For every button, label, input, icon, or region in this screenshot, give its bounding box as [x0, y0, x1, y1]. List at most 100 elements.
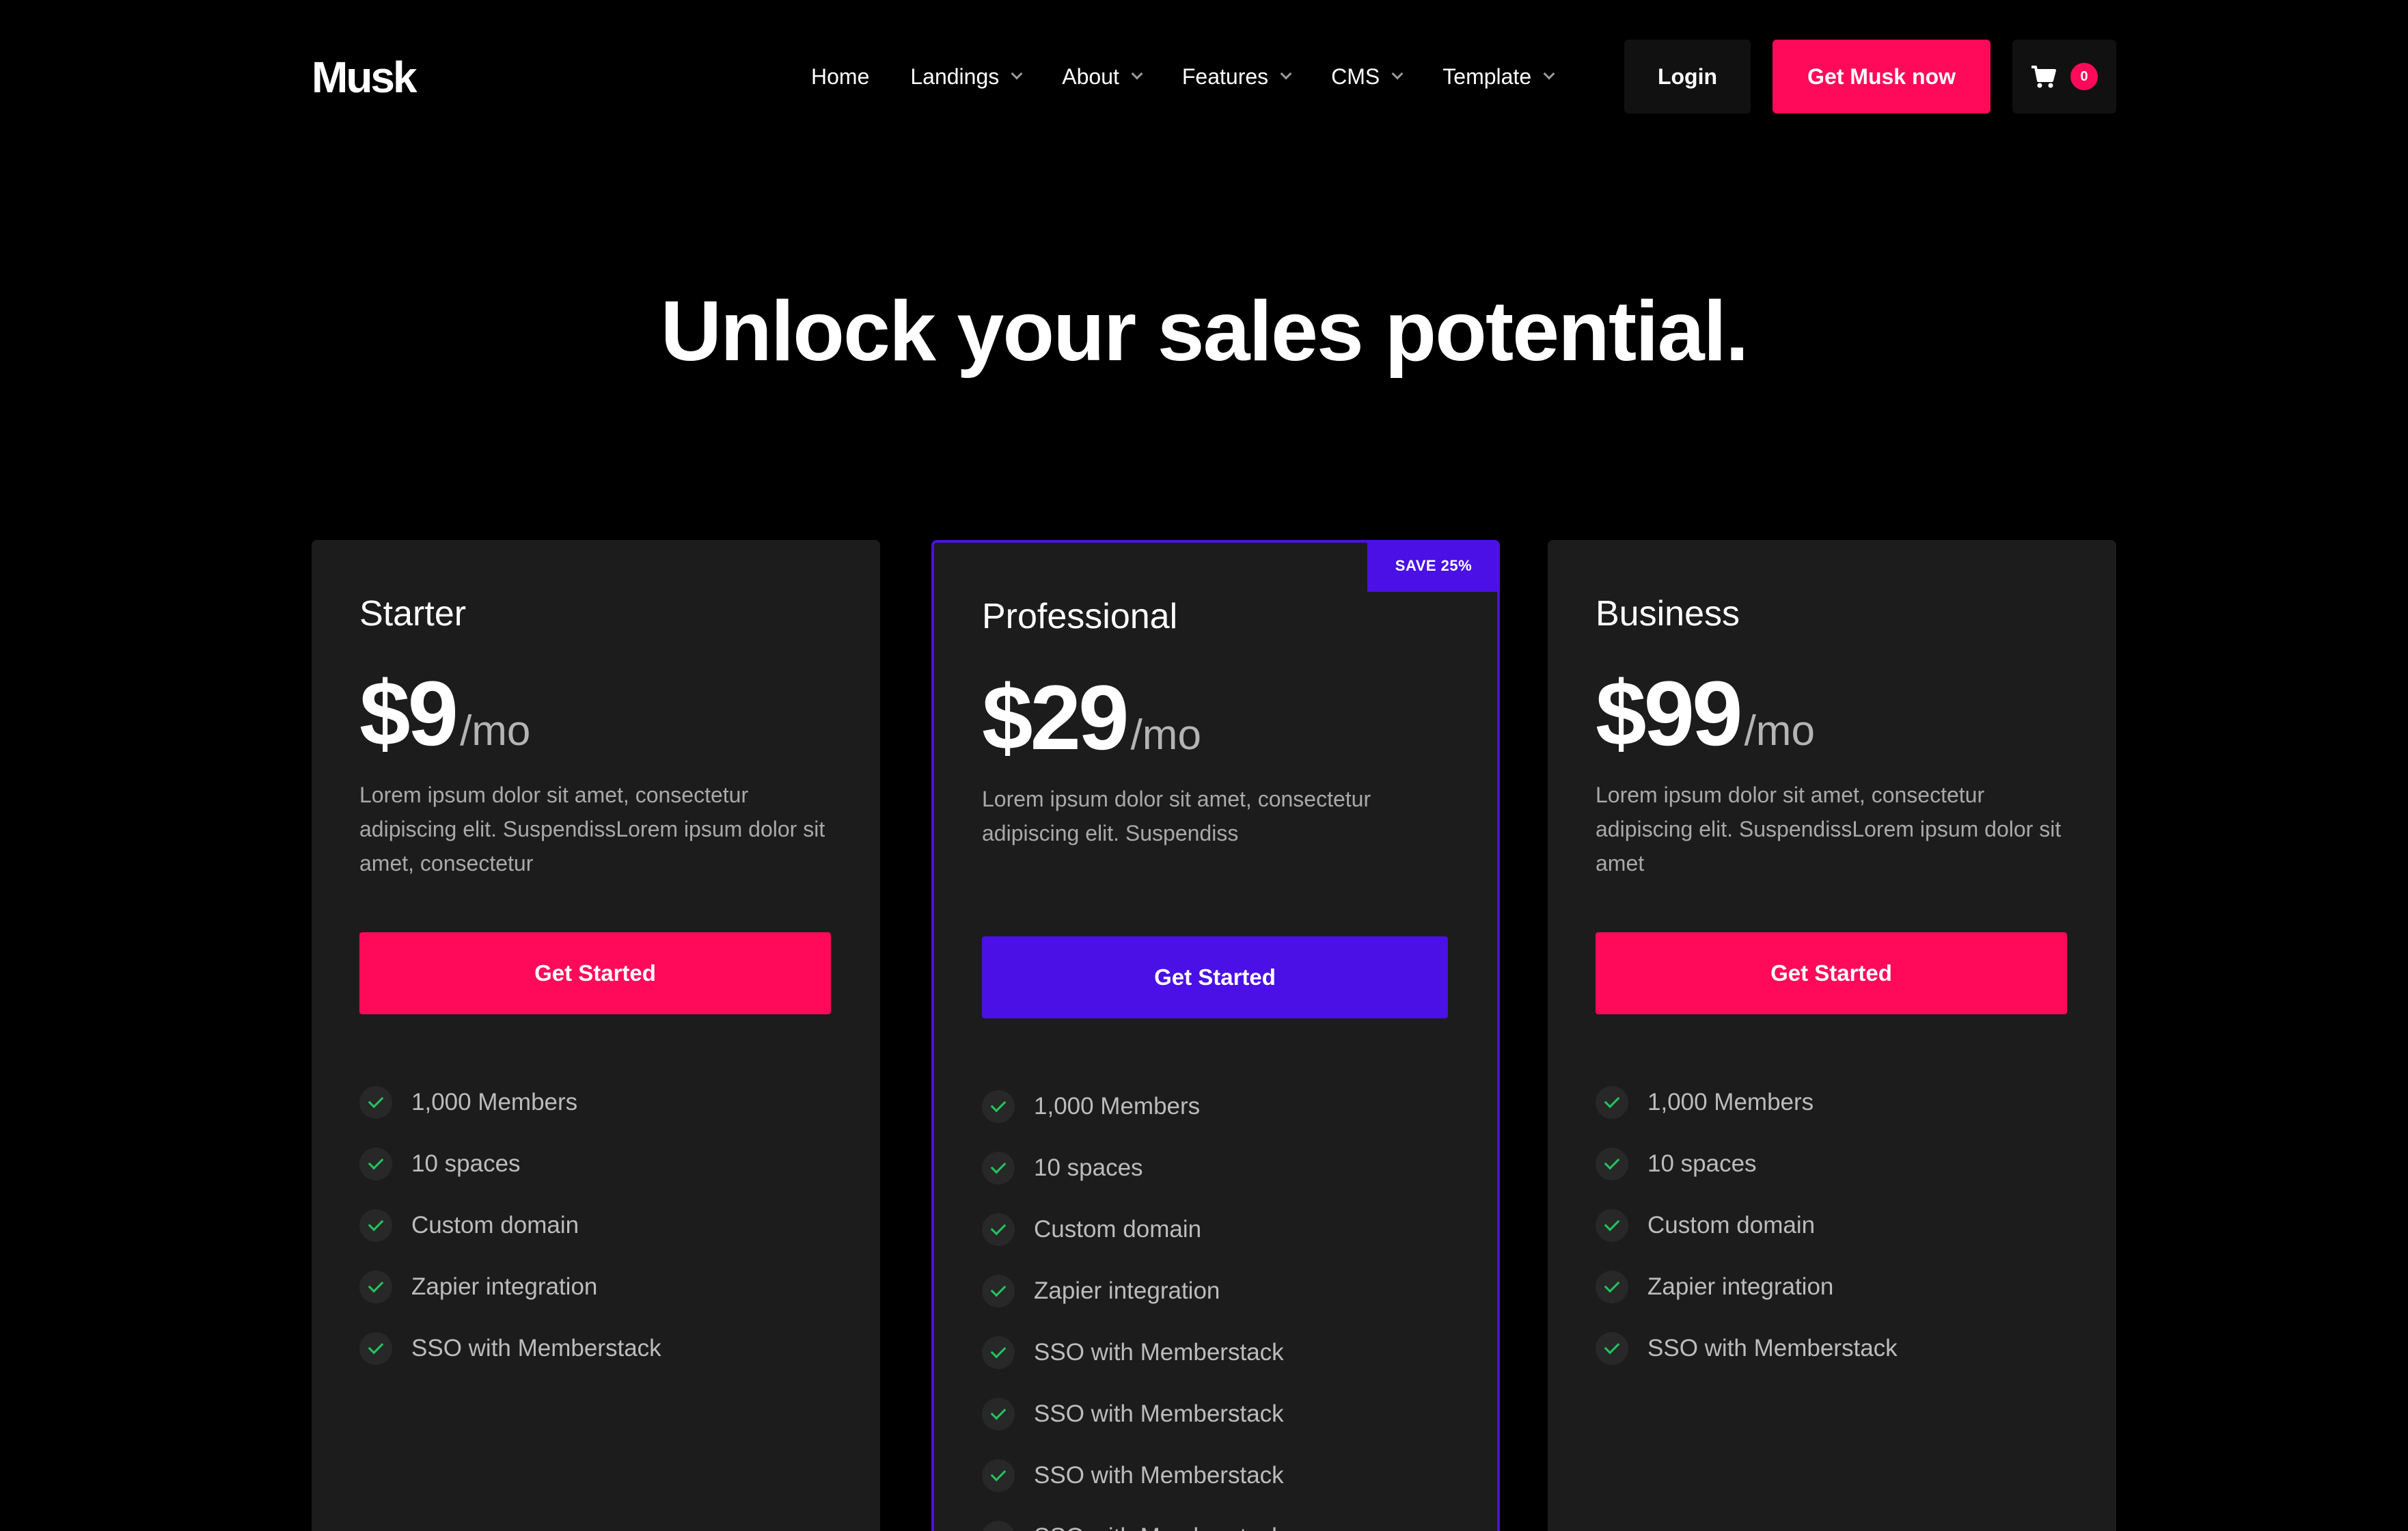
check-icon [982, 1152, 1015, 1184]
feature-text: Custom domain [1647, 1212, 1816, 1238]
chevron-down-icon [1543, 68, 1555, 80]
cart-button[interactable]: 0 [2012, 40, 2116, 113]
get-musk-now-button[interactable]: Get Musk now [1773, 40, 1990, 113]
feature-item: SSO with Memberstack [1596, 1318, 1898, 1379]
price-row: $9 /mo [359, 663, 530, 766]
feature-text: 1,000 Members [1647, 1089, 1814, 1115]
menu-item-label: Features [1181, 64, 1269, 89]
plan-price: $9 [359, 663, 459, 765]
check-icon [1596, 1271, 1628, 1303]
top-nav: Musk Home Landings About Features CMS Te… [0, 0, 2408, 153]
feature-item: 1,000 Members [982, 1076, 1284, 1137]
feature-item: SSO with Memberstack [982, 1383, 1284, 1445]
check-icon [1596, 1332, 1628, 1365]
plan-description: Lorem ipsum dolor sit amet, consectetur … [359, 783, 825, 876]
logo[interactable]: Musk [312, 53, 418, 101]
menu-item-cms[interactable]: CMS [1331, 64, 1404, 90]
plan-description: Lorem ipsum dolor sit amet, consectetur … [982, 787, 1371, 845]
feature-list: 1,000 Members 10 spaces Custom domain Za… [359, 1072, 661, 1379]
feature-item: Custom domain [359, 1195, 661, 1256]
feature-item: 10 spaces [982, 1137, 1284, 1199]
feature-item: 10 spaces [359, 1133, 661, 1195]
feature-item: Custom domain [982, 1199, 1284, 1260]
feature-text: 10 spaces [1034, 1154, 1143, 1181]
menu-item-label: Home [811, 64, 870, 89]
pricing-card-business: Business $99 /mo Lorem ipsum dolor sit a… [1548, 540, 2116, 1531]
feature-text: SSO with Memberstack [1647, 1335, 1898, 1361]
feature-text: SSO with Memberstack [1034, 1462, 1284, 1489]
menu-item-label: Template [1442, 64, 1532, 89]
check-icon [982, 1398, 1015, 1431]
check-icon [359, 1086, 392, 1119]
feature-text: 1,000 Members [411, 1089, 578, 1115]
feature-text: Custom domain [411, 1212, 579, 1238]
plan-description: Lorem ipsum dolor sit amet, consectetur … [1596, 783, 2062, 876]
feature-text: Zapier integration [1034, 1277, 1220, 1304]
menu-item-label: CMS [1331, 64, 1380, 89]
cart-icon [2031, 66, 2056, 88]
feature-item: SSO with Memberstack [982, 1506, 1284, 1531]
plan-period: /mo [460, 707, 531, 755]
plan-price: $29 [982, 667, 1130, 769]
check-icon [359, 1271, 392, 1303]
check-icon [1596, 1209, 1628, 1242]
menu-item-landings[interactable]: Landings [910, 64, 1023, 90]
price-row: $29 /mo [982, 667, 1201, 770]
menu-item-label: About [1062, 64, 1119, 89]
feature-item: Custom domain [1596, 1195, 1898, 1256]
check-icon [359, 1209, 392, 1242]
get-started-button[interactable]: Get Started [359, 932, 831, 1014]
login-button[interactable]: Login [1624, 40, 1751, 113]
main-menu: Home Landings About Features CMS Templat… [811, 60, 1594, 93]
feature-text: SSO with Memberstack [1034, 1400, 1284, 1427]
feature-text: 10 spaces [411, 1150, 521, 1177]
check-icon [1596, 1148, 1628, 1180]
get-started-button[interactable]: Get Started [1596, 932, 2067, 1014]
feature-item: 1,000 Members [1596, 1072, 1898, 1133]
check-icon [982, 1336, 1015, 1369]
check-icon [1596, 1086, 1628, 1119]
feature-text: SSO with Memberstack [1034, 1523, 1284, 1531]
check-icon [982, 1459, 1015, 1492]
feature-text: Zapier integration [1647, 1273, 1834, 1300]
plan-name: Starter [359, 594, 467, 634]
price-row: $99 /mo [1596, 663, 1815, 766]
feature-text: 1,000 Members [1034, 1093, 1201, 1120]
feature-item: SSO with Memberstack [982, 1322, 1284, 1383]
plan-period: /mo [1744, 707, 1815, 755]
check-icon [982, 1275, 1015, 1308]
feature-text: SSO with Memberstack [411, 1335, 661, 1361]
menu-item-about[interactable]: About [1062, 64, 1143, 90]
feature-item: SSO with Memberstack [359, 1318, 661, 1379]
menu-item-label: Landings [910, 64, 1000, 89]
feature-text: Zapier integration [411, 1273, 598, 1300]
get-started-button[interactable]: Get Started [982, 936, 1448, 1018]
check-icon [982, 1213, 1015, 1246]
pricing-card-starter: Starter $9 /mo Lorem ipsum dolor sit ame… [312, 540, 880, 1531]
chevron-down-icon [1391, 68, 1404, 80]
chevron-down-icon [1011, 68, 1023, 80]
check-icon [982, 1090, 1015, 1123]
feature-text: SSO with Memberstack [1034, 1339, 1284, 1366]
feature-item: Zapier integration [982, 1260, 1284, 1322]
plan-name: Professional [982, 597, 1178, 636]
cart-count-badge: 0 [2070, 63, 2098, 90]
feature-item: Zapier integration [359, 1256, 661, 1318]
feature-item: 1,000 Members [359, 1072, 661, 1133]
check-icon [359, 1148, 392, 1180]
menu-item-home[interactable]: Home [811, 64, 869, 90]
feature-list: 1,000 Members 10 spaces Custom domain Za… [1596, 1072, 1898, 1379]
save-badge: SAVE 25% [1367, 540, 1500, 592]
plan-period: /mo [1130, 712, 1201, 759]
chevron-down-icon [1280, 68, 1292, 80]
chevron-down-icon [1131, 68, 1143, 80]
menu-item-features[interactable]: Features [1181, 64, 1292, 90]
check-icon [359, 1332, 392, 1365]
feature-item: SSO with Memberstack [982, 1445, 1284, 1506]
page-title: Unlock your sales potential. [660, 284, 1749, 379]
feature-list: 1,000 Members 10 spaces Custom domain Za… [982, 1076, 1284, 1531]
plan-name: Business [1596, 594, 1740, 634]
menu-item-template[interactable]: Template [1442, 64, 1555, 90]
pricing-card-professional: SAVE 25% Professional $29 /mo Lorem ipsu… [931, 540, 1500, 1531]
feature-text: Custom domain [1034, 1216, 1202, 1243]
